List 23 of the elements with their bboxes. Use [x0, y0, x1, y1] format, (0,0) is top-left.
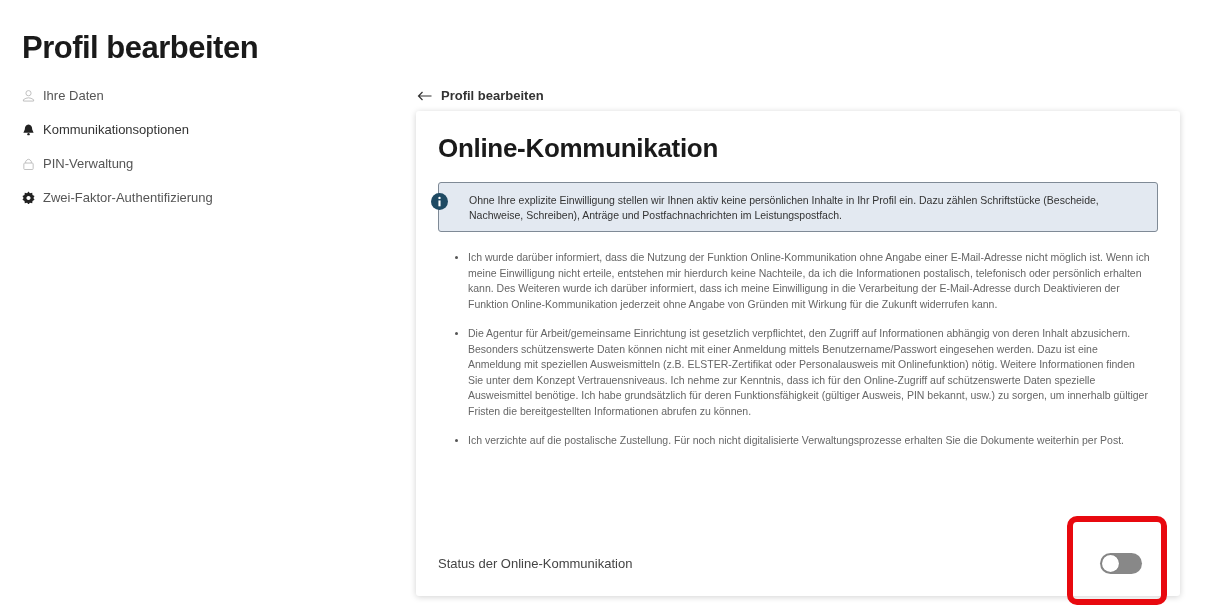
sidebar-item[interactable]: Zwei-Faktor-Authentifizierung [22, 188, 213, 207]
bell-icon [22, 123, 35, 136]
consent-text: Ich wurde darüber informiert, dass die Nutzung der Funktion Online-Kommunikation ohne Angabe einer E-Mail-Adresse nicht möglich ist. Wenn ich meine Einwilligung nicht erteile, entstehen mir hierdurch keine Nachteile, da ich die Informationen postalisch, telefonisch oder persönlich erhalten kann. Des Weiteren wurde ich darüber informiert, dass ich meine Einwilligung in die Verarbeitung der E-Mail-Adresse durch Deaktivieren der Funktion Online-Kommunikation jederzeit ohne Angabe von Gründen mit Wirkung für die Zukunft widerrufen kann. [468, 250, 1151, 312]
sidebar-item[interactable]: PIN-Verwaltung [22, 154, 134, 173]
consent-text: Ich verzichte auf die postalische Zustellung. Für noch nicht digitalisierte Verwaltungsprozesse erhalten Sie die Dokumente weiterhin per Post. [468, 433, 1125, 448]
back-arrow-icon [416, 90, 433, 101]
bullet-icon [455, 256, 458, 259]
toggle-switch[interactable] [1100, 553, 1142, 574]
bullet-icon [455, 439, 458, 442]
sidebar-item[interactable]: Kommunikationsoptionen [22, 120, 189, 139]
page-title: Profil bearbeiten [22, 30, 260, 66]
info-icon [431, 193, 448, 210]
back-link[interactable]: Profil bearbeiten [416, 86, 544, 105]
gear-icon [22, 191, 35, 204]
consent-text: Die Agentur für Arbeit/gemeinsame Einrichtung ist gesetzlich verpflichtet, den Zugriff auf Informationen abhängig von deren Inhalt abzusichern. Besonders schützenswerte Daten können nicht mit einer Anmeldung mittels Benutzername/Passwort eingesehen werden. Dazu ist eine Anmeldung mit speziellen Ausweismitteln (z.B. ELSTER-Zertifikat oder Personalausweis mit Onlinefunktion) nötig. Weitere Informationen finden Sie unter dem Konzept Vertrauensniveaus. Ich nehme zur Kenntnis, dass ich für den Online-Zugriff auf schützenswerte Daten spezielle Ausweismittel benötige. Ich habe grundsätzlich für deren Funktionsfähigkeit (gültiger Ausweis, PIN bekannt, usw.) zu sorgen, um innerhalb gültiger Fristen die bereitgestellten Informationen abrufen zu können. [468, 326, 1149, 419]
card-title: Online-Kommunikation [438, 133, 719, 164]
lock-icon [22, 157, 35, 170]
status-label: Status der Online-Kommunikation [438, 556, 633, 571]
bullet-icon [455, 332, 458, 335]
info-text: Ohne Ihre explizite Einwilligung stellen wir Ihnen aktiv keine persönlichen Inhalte in Ihr Profil ein. Dazu zählen Schriftstücke (Bescheide, Nachweise, Schreiben), Anträge und Postfachnachrichten im Leistungspostfach. [469, 193, 1100, 223]
back-link-label: Profil bearbeiten [441, 88, 544, 103]
person-icon [22, 89, 35, 102]
sidebar-item[interactable]: Ihre Daten [22, 86, 104, 105]
